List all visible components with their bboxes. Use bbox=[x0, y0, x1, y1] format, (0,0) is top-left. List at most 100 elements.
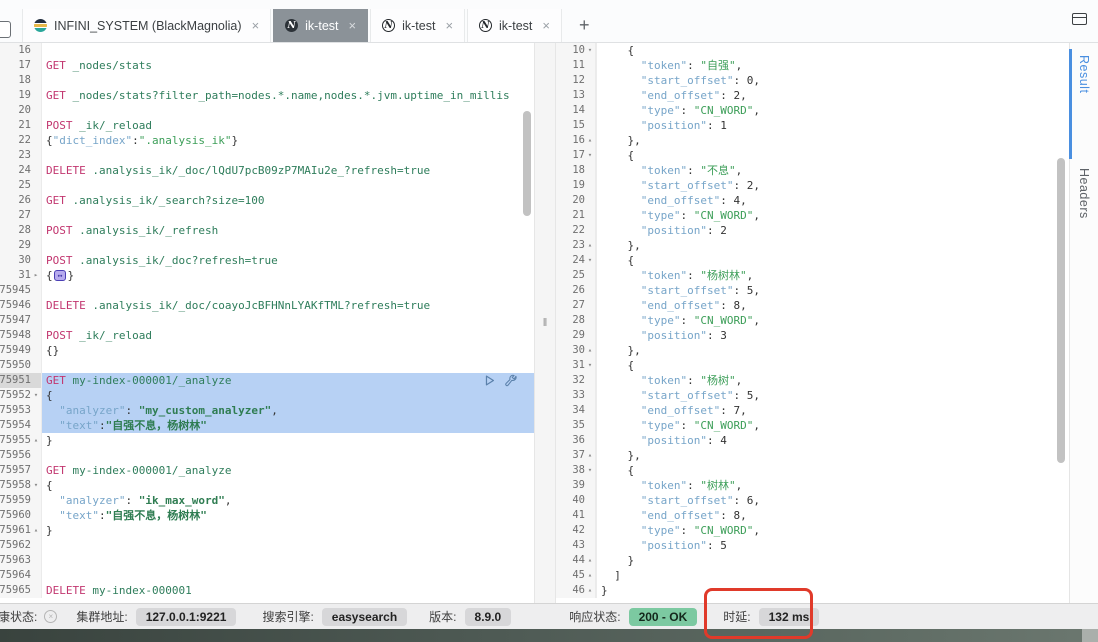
tab-ik-test-active[interactable]: N ik-test × bbox=[273, 9, 368, 42]
code-text[interactable] bbox=[42, 358, 534, 373]
editor-line[interactable]: 33 "start_offset": 5, bbox=[556, 388, 1069, 403]
code-text[interactable]: GET my-index-000001/_analyze bbox=[42, 463, 534, 478]
fold-toggle-icon[interactable]: ▴ bbox=[585, 568, 595, 583]
code-text[interactable]: { bbox=[42, 478, 534, 493]
code-text[interactable]: "text":"自强不息，杨树林" bbox=[42, 418, 534, 433]
editor-line[interactable]: 36 "position": 4 bbox=[556, 433, 1069, 448]
editor-line[interactable]: 75952▾{ bbox=[0, 388, 534, 403]
fold-toggle-icon[interactable]: ▸ bbox=[31, 268, 41, 283]
code-text[interactable]: "start_offset": 5, bbox=[596, 388, 1069, 403]
code-text[interactable]: GET _nodes/stats?filter_path=nodes.*.nam… bbox=[42, 88, 534, 103]
fold-toggle-icon[interactable]: ▾ bbox=[585, 43, 595, 58]
editor-line[interactable]: 26GET .analysis_ik/_search?size=100 bbox=[0, 193, 534, 208]
editor-line[interactable]: 43 "position": 5 bbox=[556, 538, 1069, 553]
editor-line[interactable]: 75958▾{ bbox=[0, 478, 534, 493]
new-tab-button[interactable]: + bbox=[564, 9, 605, 42]
editor-line[interactable]: 31▸{↔} bbox=[0, 268, 534, 283]
editor-line[interactable]: 75957GET my-index-000001/_analyze bbox=[0, 463, 534, 478]
request-editor[interactable]: 1617GET _nodes/stats1819GET _nodes/stats… bbox=[0, 43, 534, 603]
code-text[interactable] bbox=[42, 448, 534, 463]
code-text[interactable] bbox=[42, 148, 534, 163]
editor-line[interactable]: 29 "position": 3 bbox=[556, 328, 1069, 343]
editor-line[interactable]: 23▴ }, bbox=[556, 238, 1069, 253]
editor-line[interactable]: 18 "token": "不息", bbox=[556, 163, 1069, 178]
code-text[interactable]: POST .analysis_ik/_doc?refresh=true bbox=[42, 253, 534, 268]
fold-toggle-icon[interactable]: ▾ bbox=[31, 388, 41, 403]
close-icon[interactable]: × bbox=[445, 18, 453, 33]
editor-line[interactable]: 11 "token": "自强", bbox=[556, 58, 1069, 73]
editor-line[interactable]: 75948POST _ik/_reload bbox=[0, 328, 534, 343]
code-text[interactable] bbox=[42, 283, 534, 298]
code-text[interactable]: ] bbox=[596, 568, 1069, 583]
code-text[interactable]: { bbox=[596, 463, 1069, 478]
code-text[interactable] bbox=[42, 43, 534, 58]
code-text[interactable]: GET .analysis_ik/_search?size=100 bbox=[42, 193, 534, 208]
fold-toggle-icon[interactable]: ▾ bbox=[585, 358, 595, 373]
editor-line[interactable]: 75954 "text":"自强不息，杨树林" bbox=[0, 418, 534, 433]
code-text[interactable]: GET _nodes/stats bbox=[42, 58, 534, 73]
editor-line[interactable]: 19GET _nodes/stats?filter_path=nodes.*.n… bbox=[0, 88, 534, 103]
editor-line[interactable]: 26 "start_offset": 5, bbox=[556, 283, 1069, 298]
fold-toggle-icon[interactable]: ▴ bbox=[585, 553, 595, 568]
panel-toggle-icon[interactable] bbox=[0, 21, 11, 38]
code-text[interactable]: {} bbox=[42, 343, 534, 358]
code-text[interactable]: "token": "树林", bbox=[596, 478, 1069, 493]
editor-line[interactable]: 75965DELETE my-index-000001 bbox=[0, 583, 534, 598]
editor-line[interactable]: 30▴ }, bbox=[556, 343, 1069, 358]
editor-line[interactable]: 15 "position": 1 bbox=[556, 118, 1069, 133]
code-text[interactable]: "token": "不息", bbox=[596, 163, 1069, 178]
code-text[interactable]: "end_offset": 7, bbox=[596, 403, 1069, 418]
editor-line[interactable]: 27 "end_offset": 8, bbox=[556, 298, 1069, 313]
fold-toggle-icon[interactable]: ▾ bbox=[585, 148, 595, 163]
editor-line[interactable]: 75949{} bbox=[0, 343, 534, 358]
code-text[interactable]: "token": "自强", bbox=[596, 58, 1069, 73]
code-text[interactable]: POST _ik/_reload bbox=[42, 328, 534, 343]
editor-line[interactable]: 42 "type": "CN_WORD", bbox=[556, 523, 1069, 538]
code-text[interactable]: "position": 1 bbox=[596, 118, 1069, 133]
editor-line[interactable]: 75950 bbox=[0, 358, 534, 373]
code-text[interactable]: "position": 5 bbox=[596, 538, 1069, 553]
code-text[interactable]: "end_offset": 2, bbox=[596, 88, 1069, 103]
editor-line[interactable]: 21POST _ik/_reload bbox=[0, 118, 534, 133]
code-text[interactable]: "position": 3 bbox=[596, 328, 1069, 343]
code-text[interactable]: } bbox=[42, 523, 534, 538]
editor-line[interactable]: 38▾ { bbox=[556, 463, 1069, 478]
code-text[interactable]: "text":"自强不息，杨树林" bbox=[42, 508, 534, 523]
code-text[interactable]: { bbox=[596, 148, 1069, 163]
code-text[interactable]: "start_offset": 2, bbox=[596, 178, 1069, 193]
code-text[interactable]: {"dict_index":".analysis_ik"} bbox=[42, 133, 534, 148]
editor-line[interactable]: 75955▴} bbox=[0, 433, 534, 448]
code-text[interactable]: "type": "CN_WORD", bbox=[596, 313, 1069, 328]
editor-line[interactable]: 75962 bbox=[0, 538, 534, 553]
run-request-icon[interactable] bbox=[483, 374, 496, 387]
code-text[interactable]: "analyzer": "ik_max_word", bbox=[42, 493, 534, 508]
editor-line[interactable]: 44▴ } bbox=[556, 553, 1069, 568]
fold-toggle-icon[interactable]: ▴ bbox=[585, 343, 595, 358]
code-text[interactable]: { bbox=[42, 388, 534, 403]
fold-toggle-icon[interactable]: ▾ bbox=[31, 478, 41, 493]
code-text[interactable]: "type": "CN_WORD", bbox=[596, 208, 1069, 223]
response-viewer[interactable]: 10▾ {11 "token": "自强",12 "start_offset":… bbox=[556, 43, 1069, 603]
fold-toggle-icon[interactable]: ▴ bbox=[31, 523, 41, 538]
editor-line[interactable]: 75956 bbox=[0, 448, 534, 463]
editor-line[interactable]: 75959 "analyzer": "ik_max_word", bbox=[0, 493, 534, 508]
editor-line[interactable]: 30POST .analysis_ik/_doc?refresh=true bbox=[0, 253, 534, 268]
code-text[interactable] bbox=[42, 73, 534, 88]
code-text[interactable]: "end_offset": 8, bbox=[596, 508, 1069, 523]
fold-toggle-icon[interactable]: ▴ bbox=[31, 433, 41, 448]
editor-line[interactable]: 16▴ }, bbox=[556, 133, 1069, 148]
code-text[interactable]: "token": "杨树", bbox=[596, 373, 1069, 388]
editor-line[interactable]: 23 bbox=[0, 148, 534, 163]
code-text[interactable]: { bbox=[596, 358, 1069, 373]
code-text[interactable]: "start_offset": 5, bbox=[596, 283, 1069, 298]
fold-toggle-icon[interactable]: ▾ bbox=[585, 463, 595, 478]
code-text[interactable]: "start_offset": 6, bbox=[596, 493, 1069, 508]
code-text[interactable]: }, bbox=[596, 133, 1069, 148]
editor-line[interactable]: 18 bbox=[0, 73, 534, 88]
editor-line[interactable]: 22 "position": 2 bbox=[556, 223, 1069, 238]
code-text[interactable]: DELETE my-index-000001 bbox=[42, 583, 534, 598]
code-text[interactable] bbox=[42, 553, 534, 568]
editor-line[interactable]: 24▾ { bbox=[556, 253, 1069, 268]
editor-line[interactable]: 41 "end_offset": 8, bbox=[556, 508, 1069, 523]
code-text[interactable]: "type": "CN_WORD", bbox=[596, 418, 1069, 433]
